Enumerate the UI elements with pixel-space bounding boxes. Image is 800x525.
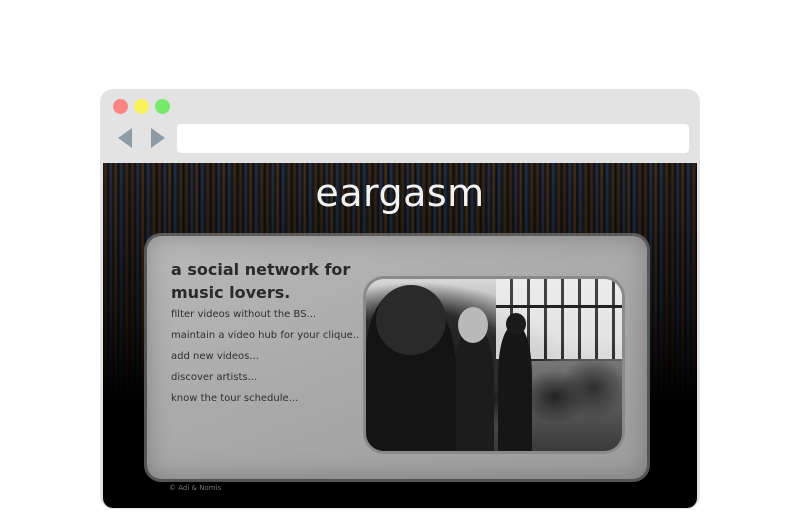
site-logo-title[interactable]: eargasm [103,171,697,215]
address-bar[interactable] [177,124,689,153]
intro-panel: a social network for music lovers. filte… [147,236,647,479]
page-viewport: eargasm a social network for music lover… [103,163,697,508]
headline: a social network for music lovers. [171,260,351,302]
forward-arrow-icon[interactable] [151,128,165,148]
minimize-window-button[interactable] [134,99,149,114]
maximize-window-button[interactable] [155,99,170,114]
feature-item: discover artists... [171,372,258,383]
concert-photo [366,279,622,451]
feature-list: filter videos without the BS... maintain… [171,308,359,413]
feature-item: filter videos without the BS... [171,309,317,320]
close-window-button[interactable] [113,99,128,114]
feature-item: know the tour schedule... [171,393,299,404]
footer-credit: © Adi & Nomis [169,484,222,492]
browser-window: eargasm a social network for music lover… [101,90,699,508]
feature-item: add new videos... [171,351,259,362]
feature-item: maintain a video hub for your clique.. [171,330,360,341]
browser-toolbar [101,90,699,163]
back-arrow-icon[interactable] [118,128,132,148]
